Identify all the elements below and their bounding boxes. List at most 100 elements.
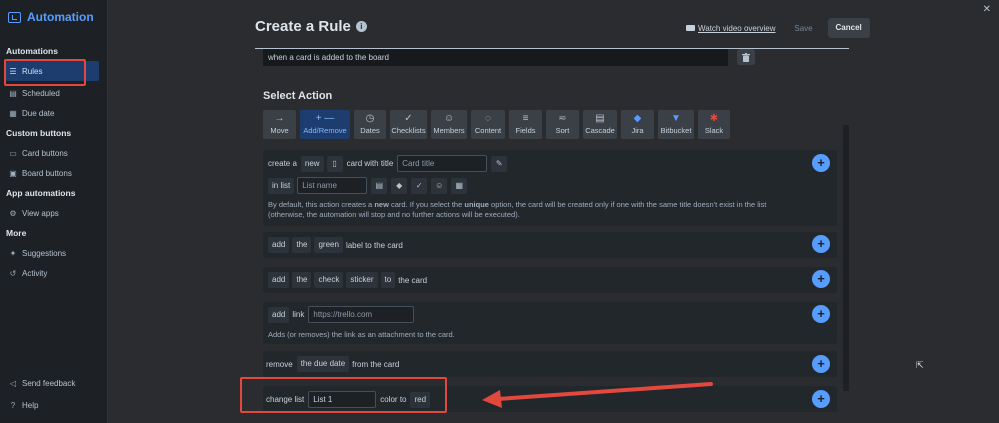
tab-add-remove[interactable]: + — Add/Remove: [300, 110, 350, 139]
tab-label: Cascade: [585, 126, 615, 135]
close-icon[interactable]: ✕: [983, 4, 991, 15]
trash-icon[interactable]: [737, 49, 755, 65]
member-icon[interactable]: ☺: [431, 177, 448, 194]
card-details-icon[interactable]: ▤: [371, 177, 388, 194]
label-row: add the green label to the card: [268, 237, 407, 253]
edit-icon[interactable]: ✎: [491, 155, 508, 172]
to-select[interactable]: to: [380, 272, 396, 288]
megaphone-icon: ◁: [9, 378, 17, 388]
sidebar-item-label: Scheduled: [22, 88, 60, 98]
link-url-input[interactable]: https://trello.com: [308, 306, 415, 323]
tab-bitbucket[interactable]: ▼ Bitbucket: [658, 110, 694, 139]
page-title-text: Create a Rule: [255, 18, 351, 35]
tab-label: Slack: [704, 126, 724, 135]
tab-label: Move: [270, 126, 289, 135]
tab-cascade[interactable]: ▤ Cascade: [583, 110, 617, 139]
the-select[interactable]: the: [292, 237, 312, 253]
add-remove-select[interactable]: add: [268, 306, 290, 323]
watch-video-link[interactable]: Watch video overview: [686, 24, 776, 33]
in-list-select[interactable]: in list: [268, 177, 295, 194]
add-action-button[interactable]: +: [812, 235, 830, 253]
the-select[interactable]: the: [292, 272, 312, 288]
add-action-button[interactable]: +: [812, 355, 830, 373]
create-card-row-1: create a new ▯ card with title Card titl…: [268, 155, 511, 172]
add-remove-select[interactable]: add: [268, 272, 290, 288]
annotation-highlight-rules: [4, 59, 86, 86]
label-icon[interactable]: ◆: [391, 177, 408, 194]
due-row: remove the due date from the card: [266, 356, 403, 372]
trigger-summary: when a card is added to the board: [263, 49, 728, 66]
sidebar-item-scheduled[interactable]: ▤ Scheduled: [0, 83, 107, 103]
sidebar-item-card-buttons[interactable]: ▭ Card buttons: [0, 143, 107, 163]
label-color-select[interactable]: green: [314, 237, 343, 253]
help-text-unique: unique: [464, 200, 489, 209]
clock-calendar-icon: ▦: [9, 108, 17, 118]
due-date-icon[interactable]: ▦: [451, 177, 468, 194]
tab-dates[interactable]: ◷ Dates: [354, 110, 386, 139]
automation-brand[interactable]: Automation: [0, 0, 107, 34]
tab-slack[interactable]: ✱ Slack: [698, 110, 730, 139]
send-feedback-link[interactable]: ◁ Send feedback: [0, 373, 107, 393]
save-button[interactable]: Save: [790, 24, 818, 33]
action-text: link: [292, 310, 305, 319]
comment-icon: ◌: [485, 113, 491, 124]
sidebar-item-label: Due date: [22, 108, 55, 118]
section-more: More: [6, 228, 27, 238]
tab-fields[interactable]: ≡ Fields: [509, 110, 542, 139]
action-add-sticker: add the check sticker to the card +: [263, 267, 837, 293]
list-name-input[interactable]: List name: [297, 177, 368, 194]
tab-label: Sort: [555, 126, 570, 135]
add-action-button[interactable]: +: [812, 154, 830, 172]
sticker-select[interactable]: check: [314, 272, 344, 288]
tab-sort[interactable]: ≂ Sort: [546, 110, 579, 139]
add-remove-select[interactable]: add: [268, 237, 290, 253]
create-card-help: By default, this action creates a new ca…: [268, 200, 798, 220]
cancel-button[interactable]: Cancel: [827, 18, 870, 38]
checklist-icon[interactable]: ✓: [411, 177, 428, 194]
tab-jira[interactable]: ◆ Jira: [621, 110, 654, 139]
tab-label: Jira: [631, 126, 644, 135]
tab-checklists[interactable]: ✓ Checklists: [390, 110, 427, 139]
sidebar-item-label: Card buttons: [22, 148, 68, 158]
sidebar-item-due-date[interactable]: ▦ Due date: [0, 103, 107, 123]
add-action-button[interactable]: +: [812, 305, 830, 323]
annotation-highlight-change-list: [240, 377, 447, 413]
sticker-row: add the check sticker to the card: [268, 272, 431, 288]
action-text: from the card: [352, 359, 400, 369]
tab-content[interactable]: ◌ Content: [471, 110, 505, 139]
tab-move[interactable]: → Move: [263, 110, 296, 139]
watch-video-label: Watch video overview: [698, 23, 776, 33]
bitbucket-icon: ▼: [671, 113, 681, 124]
action-text: the card: [398, 275, 428, 285]
card-template-icon[interactable]: ▯: [326, 155, 343, 172]
automation-icon: [8, 11, 21, 23]
tab-label: Fields: [515, 126, 536, 135]
gear-icon: ⚙: [9, 208, 17, 218]
board-icon: ▣: [9, 168, 17, 178]
video-camera-icon: [686, 25, 695, 31]
tab-members[interactable]: ☺ Members: [431, 110, 467, 139]
select-action-heading: Select Action: [263, 90, 333, 102]
sidebar-item-activity[interactable]: ↺ Activity: [0, 263, 107, 283]
due-date-select[interactable]: the due date: [296, 356, 350, 372]
help-link[interactable]: ? Help: [0, 395, 107, 415]
jira-icon: ◆: [633, 113, 642, 124]
add-action-button[interactable]: +: [812, 270, 830, 288]
info-icon[interactable]: i: [355, 21, 367, 32]
header-actions: Watch video overview Save Cancel: [686, 18, 870, 38]
remove-select[interactable]: remove: [266, 360, 293, 369]
new-unique-select[interactable]: new: [300, 155, 324, 172]
scrollbar[interactable]: [843, 125, 849, 391]
card-title-input[interactable]: Card title: [397, 155, 488, 172]
cascade-icon: ▤: [595, 113, 605, 124]
section-app-automations: App automations: [6, 188, 76, 198]
sidebar-item-label: Send feedback: [22, 378, 76, 388]
add-action-button[interactable]: +: [812, 390, 830, 408]
help-text-new: new: [374, 200, 389, 209]
tab-label: Add/Remove: [303, 126, 347, 135]
clock-icon: ◷: [365, 113, 375, 124]
sidebar-item-suggestions[interactable]: ✦ Suggestions: [0, 243, 107, 263]
sidebar-item-board-buttons[interactable]: ▣ Board buttons: [0, 163, 107, 183]
sidebar-item-view-apps[interactable]: ⚙ View apps: [0, 203, 107, 223]
create-card-row-2: in list List name ▤ ◆ ✓ ☺ ▦: [268, 177, 471, 194]
